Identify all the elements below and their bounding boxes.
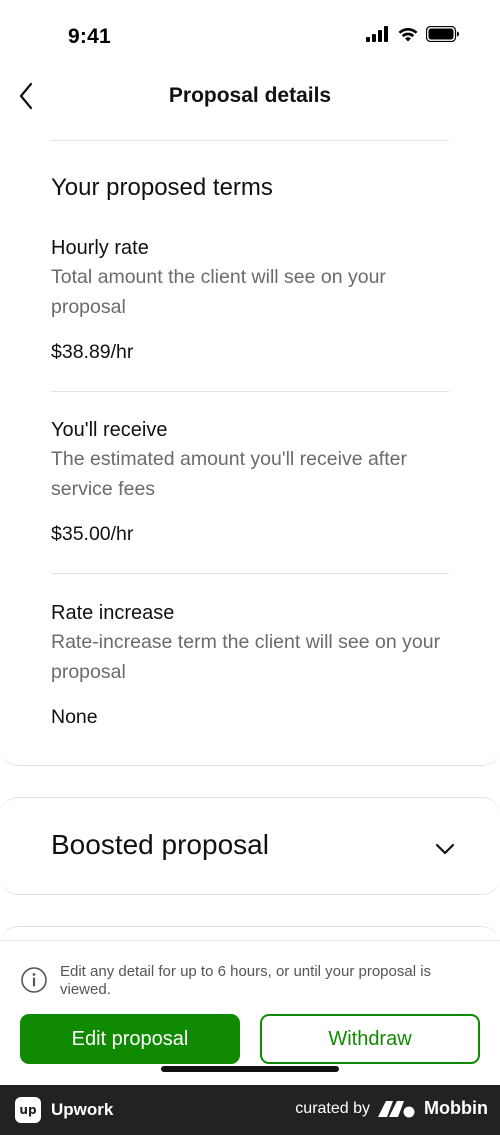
curator-brand: curated by Mobbin: [295, 1098, 488, 1119]
page-title: Proposal details: [168, 84, 332, 107]
divider: [51, 391, 449, 392]
bottom-action-panel: Edit any detail for up to 6 hours, or un…: [0, 940, 500, 1085]
mobbin-logo-icon: [378, 1100, 415, 1117]
status-time: 9:41: [68, 25, 111, 48]
divider: [51, 140, 449, 141]
home-indicator: [161, 1066, 339, 1072]
nav-bar: Proposal details: [0, 72, 500, 122]
upwork-logo-icon: up: [15, 1097, 41, 1123]
term-you-receive: You'll receive The estimated amount you'…: [51, 418, 449, 546]
section-title: Your proposed terms: [51, 174, 273, 201]
battery-icon: [426, 26, 459, 42]
term-value: $35.00/hr: [51, 523, 134, 545]
status-bar: 9:41: [0, 0, 500, 72]
divider: [51, 573, 449, 574]
term-description: The estimated amount you'll receive afte…: [51, 448, 407, 500]
wifi-icon: [398, 27, 418, 42]
term-label: Hourly rate: [51, 237, 149, 259]
term-rate-increase: Rate increase Rate-increase term the cli…: [51, 601, 449, 729]
term-label: You'll receive: [51, 419, 168, 441]
term-value: $38.89/hr: [51, 341, 134, 363]
boosted-proposal-card[interactable]: Boosted proposal: [0, 797, 500, 895]
chevron-down-icon: [435, 843, 455, 855]
info-icon: [21, 967, 47, 993]
term-description: Total amount the client will see on your…: [51, 266, 386, 318]
edit-proposal-button[interactable]: Edit proposal: [20, 1014, 240, 1064]
info-note: Edit any detail for up to 6 hours, or un…: [20, 963, 480, 999]
expand-button[interactable]: [430, 834, 460, 864]
boosted-proposal-title: Boosted proposal: [51, 829, 269, 860]
term-description: Rate-increase term the client will see o…: [51, 631, 441, 683]
term-value: None: [51, 706, 98, 728]
curator-name: Mobbin: [424, 1098, 488, 1118]
app-brand: up Upwork: [15, 1097, 113, 1123]
status-icons: [366, 26, 460, 42]
signal-icon: [366, 26, 388, 42]
withdraw-button[interactable]: Withdraw: [260, 1014, 480, 1064]
term-label: Rate increase: [51, 602, 175, 624]
brand-bar: up Upwork curated by Mobbin: [0, 1085, 500, 1135]
curated-by-text: curated by: [295, 1099, 371, 1117]
app-name: Upwork: [51, 1100, 114, 1119]
info-text: Edit any detail for up to 6 hours, or un…: [60, 963, 432, 998]
term-hourly-rate: Hourly rate Total amount the client will…: [51, 236, 449, 364]
proposed-terms-card: Your proposed terms Hourly rate Total am…: [0, 120, 500, 766]
